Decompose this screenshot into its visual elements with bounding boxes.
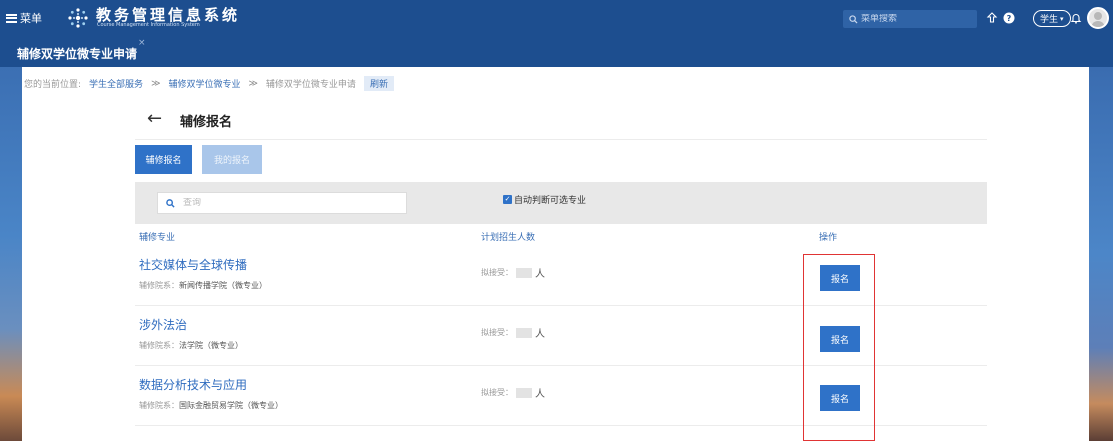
back-arrow-icon[interactable]: ← [147, 108, 162, 129]
breadcrumb-item-student-services[interactable]: 学生全部服务 [89, 77, 143, 90]
menu-search[interactable] [843, 10, 977, 28]
role-label: 学生 [1040, 15, 1059, 25]
table-row: 数据分析技术与应用 辅修院系：国际金融贸易学院（微专业） 拟接受： 人 报名 [135, 367, 987, 426]
major-name[interactable]: 社交媒体与全球传播 [139, 256, 247, 273]
breadcrumb-separator: ≫ [248, 78, 258, 89]
role-dropdown-icon: ▾ [1060, 14, 1064, 23]
major-department: 辅修院系：新闻传播学院（微专业） [139, 280, 267, 291]
minor-apply-button[interactable]: 辅修报名 [135, 145, 192, 174]
top-bar: 菜单 教务管理信息系统 Course Management Informatio… [0, 0, 1113, 37]
background-left [0, 67, 22, 441]
plan-label: 拟接受： [481, 268, 513, 277]
svg-text:?: ? [1007, 14, 1012, 23]
major-name[interactable]: 数据分析技术与应用 [139, 376, 247, 393]
major-department: 辅修院系：国际金融贸易学院（微专业） [139, 400, 283, 411]
menu-search-input[interactable] [861, 14, 961, 24]
column-header-plan: 计划招生人数 [481, 233, 536, 243]
page-header: ← 辅修报名 [135, 104, 987, 140]
redacted-value [516, 387, 532, 398]
major-name[interactable]: 涉外法治 [139, 316, 187, 333]
column-header-major: 辅修专业 [139, 233, 176, 243]
my-applications-button[interactable]: 我的报名 [202, 145, 262, 174]
breadcrumb-item-minor-degree[interactable]: 辅修双学位微专业 [168, 77, 240, 90]
department-value: 新闻传播学院（微专业） [179, 281, 267, 290]
breadcrumb-prefix: 您的当前位置: [24, 80, 82, 90]
table-row: 涉外法治 辅修院系：法学院（微专业） 拟接受： 人 报名 [135, 307, 987, 366]
help-icon[interactable]: ? [1002, 11, 1016, 25]
register-button[interactable]: 报名 [820, 265, 860, 291]
role-dropdown[interactable]: 学生 ▾ [1033, 10, 1071, 27]
auto-detect-checkbox[interactable]: ✓ 自动判断可选专业 [503, 193, 586, 206]
breadcrumb: 您的当前位置: 学生全部服务 ≫ 辅修双学位微专业 ≫ 辅修双学位微专业申请 刷… [24, 76, 394, 91]
department-label: 辅修院系： [139, 341, 179, 350]
system-subtitle: Course Management Information System [97, 22, 200, 28]
breadcrumb-item-current: 辅修双学位微专业申请 [265, 80, 356, 90]
menu-icon [6, 13, 17, 23]
main-panel: 您的当前位置: 学生全部服务 ≫ 辅修双学位微专业 ≫ 辅修双学位微专业申请 刷… [22, 67, 1089, 441]
page-title: 辅修报名 [180, 115, 233, 130]
table-row: 社交媒体与全球传播 辅修院系：新闻传播学院（微专业） 拟接受： 人 报名 [135, 247, 987, 306]
search-icon [166, 198, 175, 208]
share-icon[interactable] [985, 11, 999, 25]
checkbox-checked-icon: ✓ [503, 195, 512, 204]
tab-minor-application[interactable]: 辅修双学位微专业申请 [17, 45, 137, 62]
refresh-button[interactable]: 刷新 [363, 76, 394, 91]
plan-unit: 人 [535, 389, 545, 400]
plan-unit: 人 [535, 269, 545, 280]
tab-close-icon[interactable]: × [138, 38, 146, 48]
avatar[interactable] [1087, 7, 1109, 29]
plan-label: 拟接受： [481, 388, 513, 397]
department-value: 法学院（微专业） [179, 341, 243, 350]
plan-label: 拟接受： [481, 328, 513, 337]
query-input[interactable] [183, 198, 383, 208]
auto-detect-label: 自动判断可选专业 [514, 196, 587, 206]
menu-label: 菜单 [20, 12, 42, 25]
plan-enrollment: 拟接受： 人 [481, 385, 545, 400]
department-label: 辅修院系： [139, 281, 179, 290]
query-search[interactable] [157, 192, 407, 214]
search-icon [849, 14, 858, 24]
filter-bar: ✓ 自动判断可选专业 [135, 182, 987, 224]
background-right [1089, 67, 1113, 441]
plan-enrollment: 拟接受： 人 [481, 265, 545, 280]
department-value: 国际金融贸易学院（微专业） [179, 401, 283, 410]
column-header-action: 操作 [819, 233, 838, 243]
register-button[interactable]: 报名 [820, 326, 860, 352]
redacted-value [516, 267, 532, 278]
major-department: 辅修院系：法学院（微专业） [139, 340, 243, 351]
breadcrumb-separator: ≫ [151, 78, 161, 89]
tab-strip: 辅修双学位微专业申请 × [0, 37, 1113, 67]
plan-unit: 人 [535, 329, 545, 340]
bell-icon[interactable] [1069, 11, 1083, 25]
department-label: 辅修院系： [139, 401, 179, 410]
redacted-value [516, 327, 532, 338]
plan-enrollment: 拟接受： 人 [481, 325, 545, 340]
register-button[interactable]: 报名 [820, 385, 860, 411]
menu-button[interactable]: 菜单 [6, 9, 42, 27]
logo-icon [68, 8, 88, 28]
